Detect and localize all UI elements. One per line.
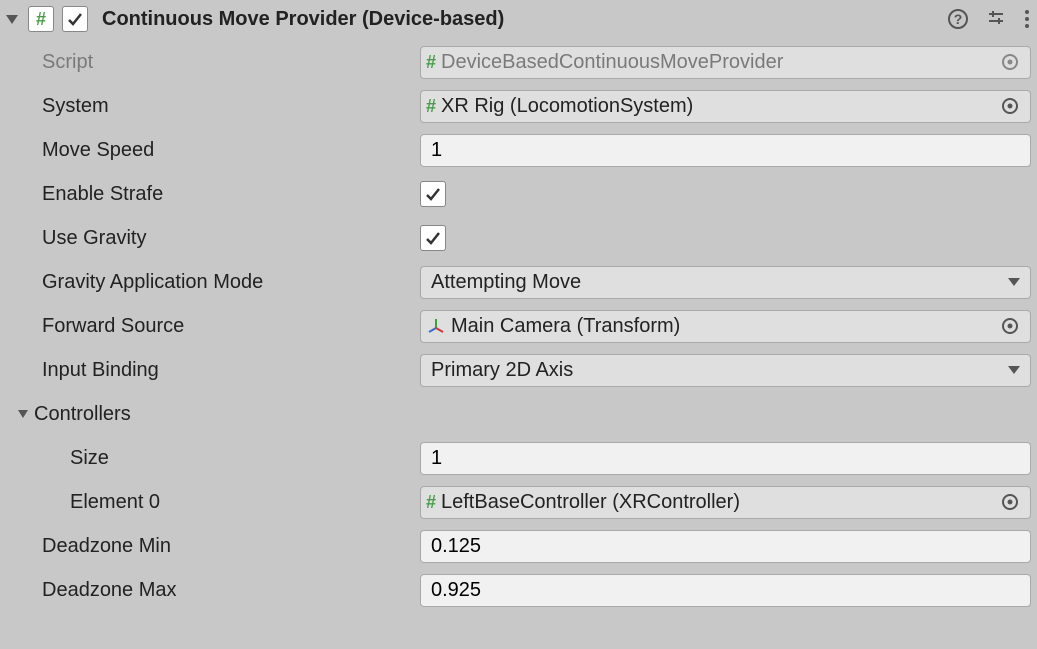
move-speed-input[interactable]: [431, 139, 1020, 162]
label-system: System: [6, 95, 420, 118]
script-mini-icon: #: [427, 498, 435, 506]
label-deadzone-min: Deadzone Min: [6, 535, 420, 558]
row-enable-strafe: Enable Strafe: [6, 172, 1031, 216]
script-icon: #: [28, 6, 54, 32]
label-input-binding: Input Binding: [6, 359, 420, 382]
property-rows: Script # DeviceBasedContinuousMoveProvid…: [0, 38, 1037, 618]
controllers-foldout[interactable]: Controllers: [6, 403, 420, 426]
row-controllers-element0: Element 0 # LeftBaseController (XRContro…: [6, 480, 1031, 524]
gravity-mode-dropdown[interactable]: Attempting Move: [420, 266, 1031, 299]
help-icon[interactable]: ?: [947, 8, 969, 30]
label-move-speed: Move Speed: [6, 139, 420, 162]
deadzone-min-field[interactable]: [420, 530, 1031, 563]
object-picker-icon[interactable]: [996, 53, 1024, 71]
component-header: # Continuous Move Provider (Device-based…: [0, 0, 1037, 38]
gravity-mode-value: Attempting Move: [431, 271, 581, 294]
script-mini-icon: #: [427, 102, 435, 110]
row-controllers-size: Size: [6, 436, 1031, 480]
row-script: Script # DeviceBasedContinuousMoveProvid…: [6, 40, 1031, 84]
row-deadzone-max: Deadzone Max: [6, 568, 1031, 612]
foldout-icon: [18, 410, 28, 418]
controllers-element0-value: LeftBaseController (XRController): [441, 491, 990, 514]
row-controllers: Controllers: [6, 392, 1031, 436]
label-gravity-mode: Gravity Application Mode: [6, 271, 420, 294]
label-controllers-size: Size: [6, 447, 420, 470]
chevron-down-icon: [1008, 366, 1020, 374]
row-move-speed: Move Speed: [6, 128, 1031, 172]
forward-source-value: Main Camera (Transform): [451, 315, 990, 338]
row-gravity-mode: Gravity Application Mode Attempting Move: [6, 260, 1031, 304]
svg-text:?: ?: [954, 11, 963, 27]
deadzone-max-field[interactable]: [420, 574, 1031, 607]
move-speed-field[interactable]: [420, 134, 1031, 167]
system-field[interactable]: # XR Rig (LocomotionSystem): [420, 90, 1031, 123]
component-title: Continuous Move Provider (Device-based): [102, 8, 939, 31]
script-mini-icon: #: [427, 58, 435, 66]
chevron-down-icon: [1008, 278, 1020, 286]
forward-source-field[interactable]: Main Camera (Transform): [420, 310, 1031, 343]
transform-icon: [427, 317, 445, 335]
input-binding-value: Primary 2D Axis: [431, 359, 573, 382]
deadzone-max-input[interactable]: [431, 579, 1020, 602]
label-script: Script: [6, 51, 420, 74]
component-inspector: # Continuous Move Provider (Device-based…: [0, 0, 1037, 618]
input-binding-dropdown[interactable]: Primary 2D Axis: [420, 354, 1031, 387]
controllers-size-field[interactable]: [420, 442, 1031, 475]
context-menu-icon[interactable]: [1023, 8, 1031, 30]
row-system: System # XR Rig (LocomotionSystem): [6, 84, 1031, 128]
controllers-size-input[interactable]: [431, 447, 1020, 470]
label-forward-source: Forward Source: [6, 315, 420, 338]
row-use-gravity: Use Gravity: [6, 216, 1031, 260]
preset-icon[interactable]: [985, 8, 1007, 30]
object-picker-icon[interactable]: [996, 493, 1024, 511]
object-picker-icon[interactable]: [996, 97, 1024, 115]
row-forward-source: Forward Source Main Camera (Transform): [6, 304, 1031, 348]
row-deadzone-min: Deadzone Min: [6, 524, 1031, 568]
label-deadzone-max: Deadzone Max: [6, 579, 420, 602]
enable-strafe-checkbox[interactable]: [420, 181, 446, 207]
use-gravity-checkbox[interactable]: [420, 225, 446, 251]
script-field: # DeviceBasedContinuousMoveProvider: [420, 46, 1031, 79]
component-enable-checkbox[interactable]: [62, 6, 88, 32]
label-enable-strafe: Enable Strafe: [6, 183, 420, 206]
label-controllers-element0: Element 0: [6, 491, 420, 514]
label-controllers: Controllers: [34, 403, 131, 426]
system-value: XR Rig (LocomotionSystem): [441, 95, 990, 118]
object-picker-icon[interactable]: [996, 317, 1024, 335]
script-value: DeviceBasedContinuousMoveProvider: [441, 51, 990, 74]
component-foldout-icon[interactable]: [6, 15, 18, 24]
header-icon-group: ?: [947, 8, 1031, 30]
deadzone-min-input[interactable]: [431, 535, 1020, 558]
controllers-element0-field[interactable]: # LeftBaseController (XRController): [420, 486, 1031, 519]
label-use-gravity: Use Gravity: [6, 227, 420, 250]
row-input-binding: Input Binding Primary 2D Axis: [6, 348, 1031, 392]
